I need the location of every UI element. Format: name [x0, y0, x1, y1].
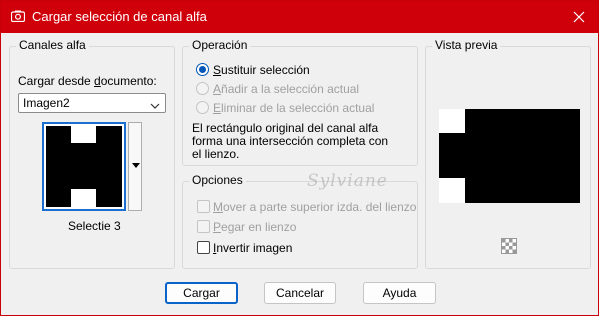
radio-replace-selection[interactable]	[196, 63, 209, 76]
channel-dropdown-button[interactable]	[128, 122, 142, 211]
operation-description-line3: el lienzo.	[192, 147, 240, 161]
operation-group: Operación Sustituir selección Añadir a l…	[182, 38, 418, 166]
invert-image-label[interactable]: Invertir imagen	[213, 241, 292, 255]
add-to-selection-label[interactable]: Añadir a la selección actual	[213, 82, 359, 96]
load-button[interactable]: Cargar	[165, 282, 238, 304]
title-bar[interactable]: Cargar selección de canal alfa	[1, 1, 598, 33]
paste-canvas-label[interactable]: Pegar en lienzo	[213, 220, 296, 234]
remove-from-selection-label[interactable]: Eliminar de la selección actual	[213, 101, 374, 115]
checkbox-move-top-left[interactable]	[197, 200, 210, 213]
document-select[interactable]: Imagen2	[18, 93, 166, 113]
radio-remove-from-selection[interactable]	[196, 101, 209, 114]
radio-add-to-selection[interactable]	[196, 82, 209, 95]
checkbox-paste-canvas[interactable]	[197, 220, 210, 233]
load-from-document-label: Cargar desde documento:	[18, 74, 157, 88]
selection-name: Selectie 3	[68, 219, 121, 233]
operation-label: Operación	[189, 38, 251, 52]
help-button[interactable]: Ayuda	[363, 282, 436, 304]
channel-thumbnail[interactable]	[42, 122, 126, 211]
dialog-window: Cargar selección de canal alfa Canales a…	[0, 0, 599, 316]
close-button[interactable]	[566, 5, 592, 29]
dropdown-arrow-icon	[132, 163, 140, 168]
window-title: Cargar selección de canal alfa	[32, 9, 207, 24]
options-group: Opciones Mover a parte superior izda. de…	[182, 173, 418, 269]
preview-group: Vista previa	[425, 38, 591, 269]
replace-selection-label[interactable]: Sustituir selección	[213, 63, 310, 77]
preview-image	[439, 109, 580, 203]
cancel-button[interactable]: Cancelar	[264, 282, 336, 304]
checkbox-invert-image[interactable]	[197, 241, 210, 254]
preview-label: Vista previa	[432, 38, 501, 52]
operation-description-line2: forma una intersección completa con	[192, 134, 389, 148]
close-icon	[573, 11, 585, 23]
watermark-text: Sylviane	[307, 171, 388, 191]
alpha-channels-group: Canales alfa Cargar desde documento: Ima…	[9, 38, 175, 269]
operation-description-line1: El rectángulo original del canal alfa	[192, 121, 379, 135]
alpha-channels-label: Canales alfa	[16, 38, 89, 52]
checkerboard-icon[interactable]	[501, 238, 517, 254]
camera-icon	[10, 10, 26, 23]
move-top-left-label[interactable]: Mover a parte superior izda. del lienzo	[213, 200, 416, 214]
options-label: Opciones	[189, 173, 246, 187]
chevron-down-icon	[150, 99, 160, 113]
document-select-value: Imagen2	[23, 96, 70, 110]
